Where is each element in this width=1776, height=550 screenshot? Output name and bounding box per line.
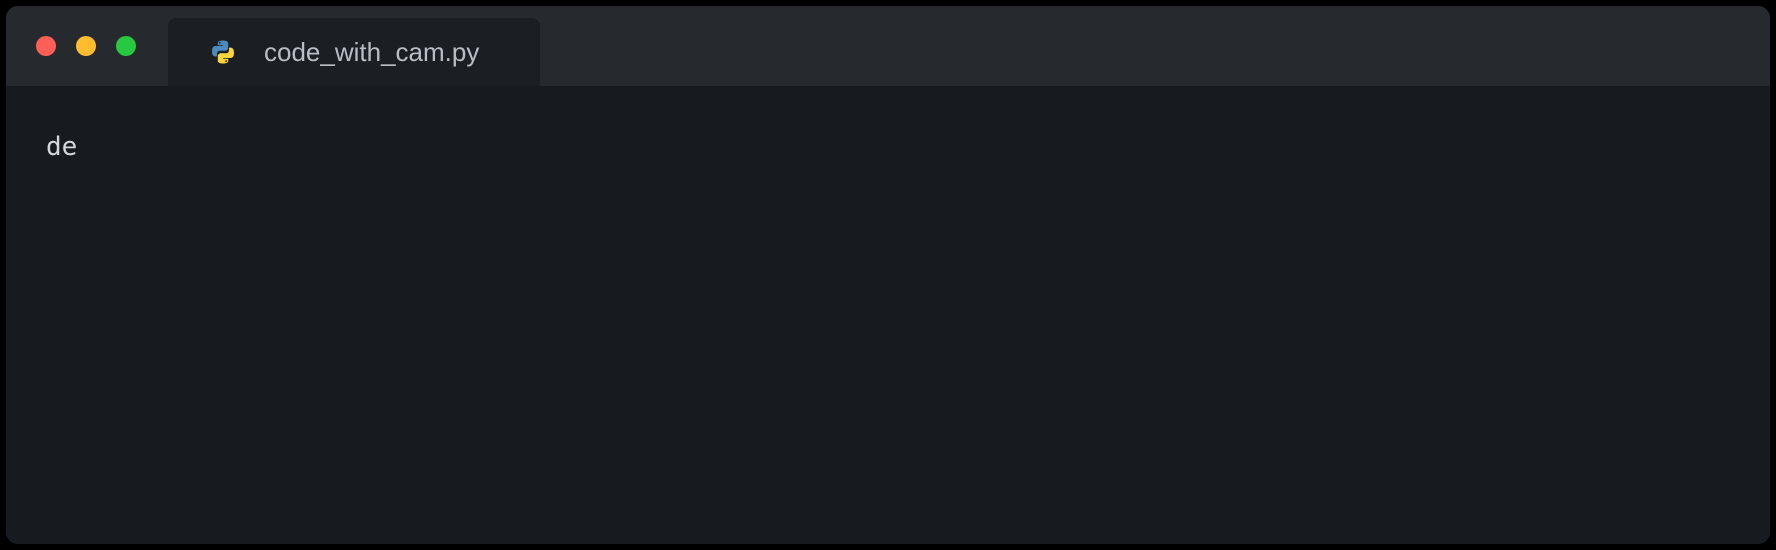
maximize-window-button[interactable]	[116, 36, 136, 56]
code-window: code_with_cam.py de	[6, 6, 1770, 544]
python-icon	[210, 39, 236, 65]
file-tab[interactable]: code_with_cam.py	[168, 18, 540, 86]
code-line: de	[46, 132, 78, 162]
code-editor[interactable]: de	[6, 86, 1770, 544]
title-bar: code_with_cam.py	[6, 6, 1770, 86]
tab-filename: code_with_cam.py	[264, 37, 480, 67]
minimize-window-button[interactable]	[76, 36, 96, 56]
close-window-button[interactable]	[36, 36, 56, 56]
